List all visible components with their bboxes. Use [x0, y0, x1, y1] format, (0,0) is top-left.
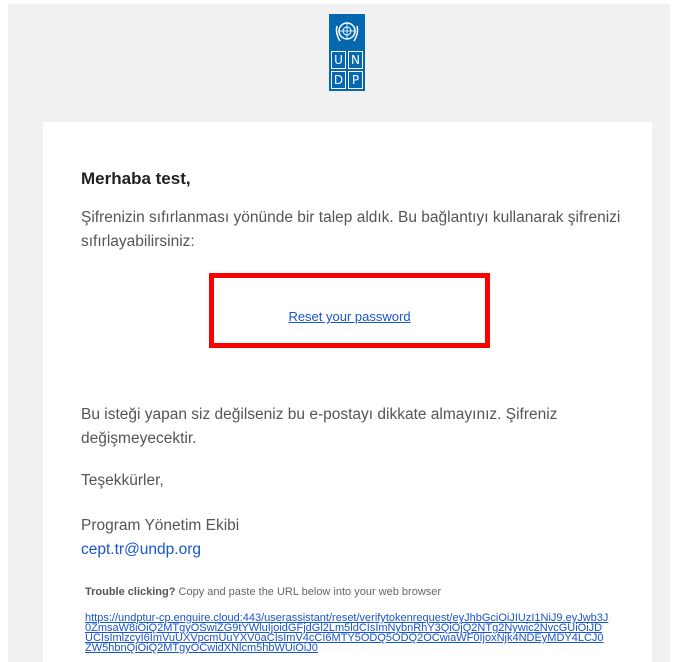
intro-paragraph: Şifrenizin sıfırlanması yönünde bir tale…	[81, 209, 621, 250]
highlight-box: Reset your password	[209, 273, 490, 348]
email-card: Merhaba test, Şifrenizin sıfırlanması yö…	[43, 122, 652, 662]
logo-letter-d: D	[331, 71, 346, 89]
fallback-url-link[interactable]: https://undptur-cp.enguire.cloud:443/use…	[85, 613, 610, 654]
trouble-text: Copy and paste the URL below into your w…	[175, 586, 442, 598]
reset-password-link[interactable]: Reset your password	[214, 309, 485, 324]
logo-letter-u: U	[331, 51, 346, 69]
un-emblem-icon	[335, 22, 359, 42]
ignore-paragraph: Bu isteği yapan siz değilseniz bu e-post…	[81, 406, 558, 447]
undp-logo: U N D P	[329, 14, 365, 91]
greeting-heading: Merhaba test,	[81, 169, 191, 188]
email-background: U N D P Merhaba test, Şifrenizin sıfırla…	[8, 4, 670, 662]
trouble-note: Trouble clicking? Copy and paste the URL…	[85, 586, 441, 598]
signature-text: Program Yönetim Ekibi	[81, 517, 240, 534]
contact-email-link[interactable]: cept.tr@undp.org	[81, 538, 201, 562]
logo-letter-p: P	[348, 71, 363, 89]
trouble-bold: Trouble clicking?	[85, 586, 176, 598]
thanks-text: Teşekkürler,	[81, 472, 164, 489]
logo-letter-n: N	[348, 51, 363, 69]
